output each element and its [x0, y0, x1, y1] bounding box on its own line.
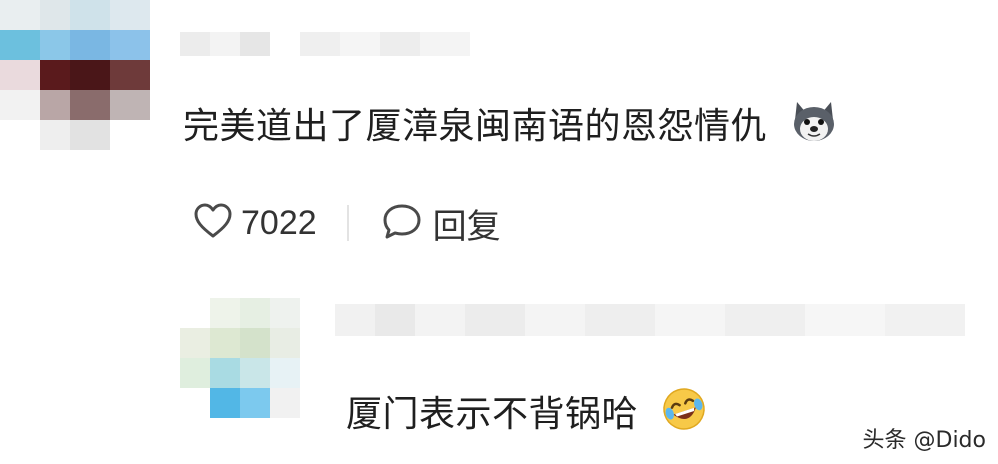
- like-button[interactable]: 7022: [193, 202, 317, 244]
- comment-2-username-blurred[interactable]: [335, 300, 975, 340]
- heart-icon: [193, 202, 233, 244]
- husky-dog-emoji-icon: [789, 98, 839, 158]
- reply-button[interactable]: 回复: [381, 199, 501, 248]
- comment-1-text: 完美道出了厦漳泉闽南语的恩怨情仇: [183, 98, 839, 158]
- comment-1-username-blurred[interactable]: [180, 30, 480, 60]
- actions-divider: [346, 205, 349, 241]
- comment-2-avatar[interactable]: [180, 298, 300, 420]
- comment-1-text-content: 完美道出了厦漳泉闽南语的恩怨情仇: [183, 106, 768, 147]
- comment-1-avatar[interactable]: [0, 0, 150, 150]
- comment-2-text: 厦门表示不背锅哈: [346, 385, 708, 447]
- comment-2-text-content: 厦门表示不背锅哈: [346, 394, 639, 435]
- like-count: 7022: [241, 203, 317, 242]
- comment-1-actions: 7022 回复: [193, 199, 501, 248]
- laughing-tears-emoji-icon: [660, 385, 708, 447]
- speech-bubble-icon: [381, 202, 423, 244]
- watermark: 头条 @Dido: [862, 428, 986, 453]
- reply-label: 回复: [432, 206, 501, 247]
